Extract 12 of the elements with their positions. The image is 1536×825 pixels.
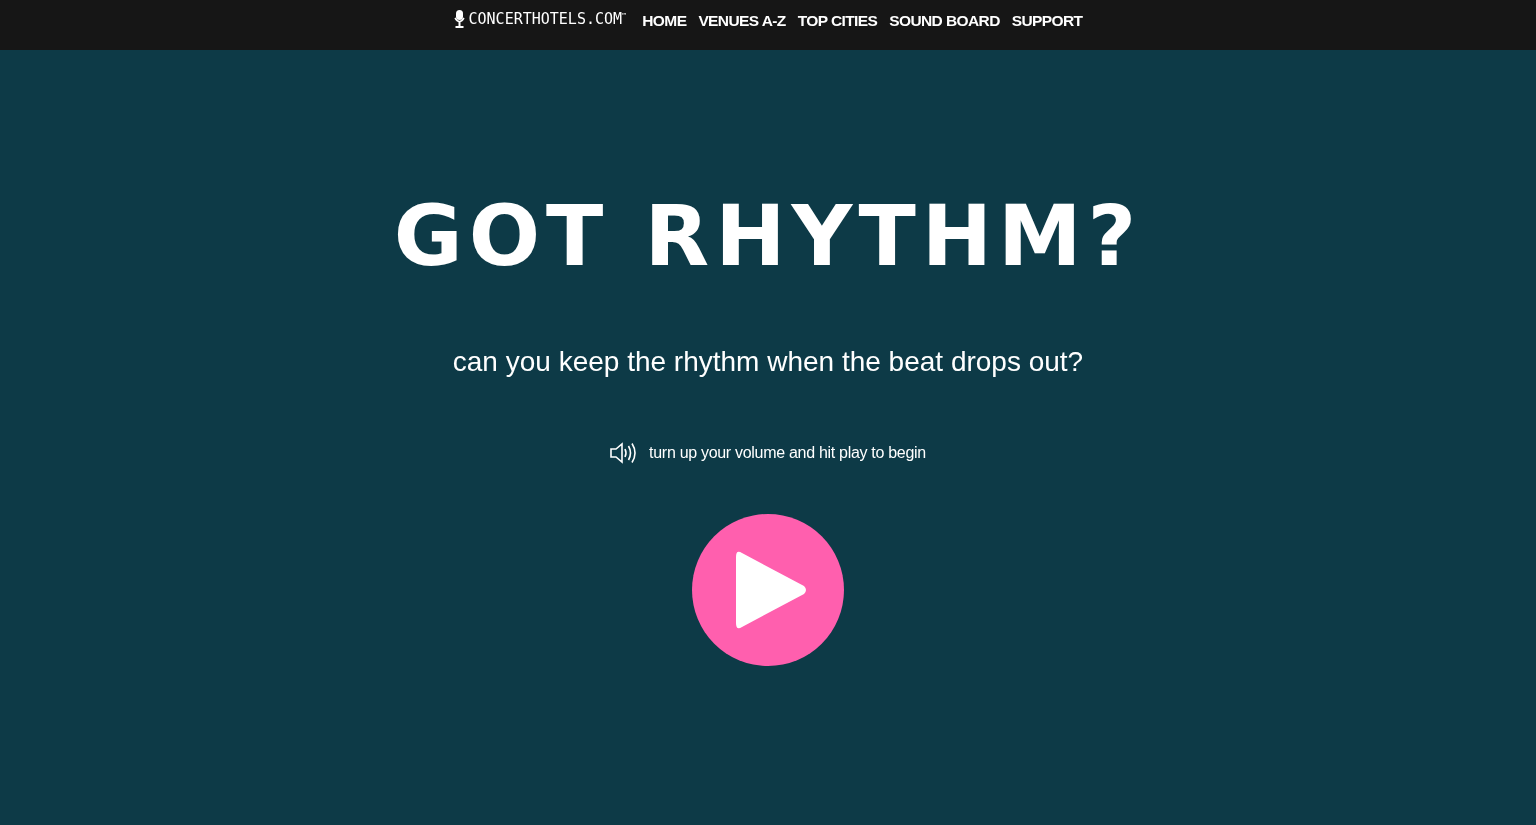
nav-link[interactable]: SUPPORT (1011, 8, 1083, 30)
site-logo[interactable]: CONCERTHOTELS.COM$^{™}$ (468, 10, 627, 28)
nav-link[interactable]: TOP CITIES (797, 8, 878, 30)
nav-link[interactable]: SOUND BOARD (889, 8, 1000, 30)
nav-link[interactable]: VENUES A-Z (698, 8, 786, 30)
page-title: GOT RHYTHM? (393, 188, 1143, 284)
instruction-text: turn up your volume and hit play to begin (649, 444, 926, 462)
microphone-icon (453, 10, 465, 28)
play-icon (736, 549, 808, 631)
speaker-icon (610, 442, 638, 464)
nav-link[interactable]: HOME (642, 8, 687, 30)
subtitle: can you keep the rhythm when the beat drops out? (452, 346, 1084, 378)
